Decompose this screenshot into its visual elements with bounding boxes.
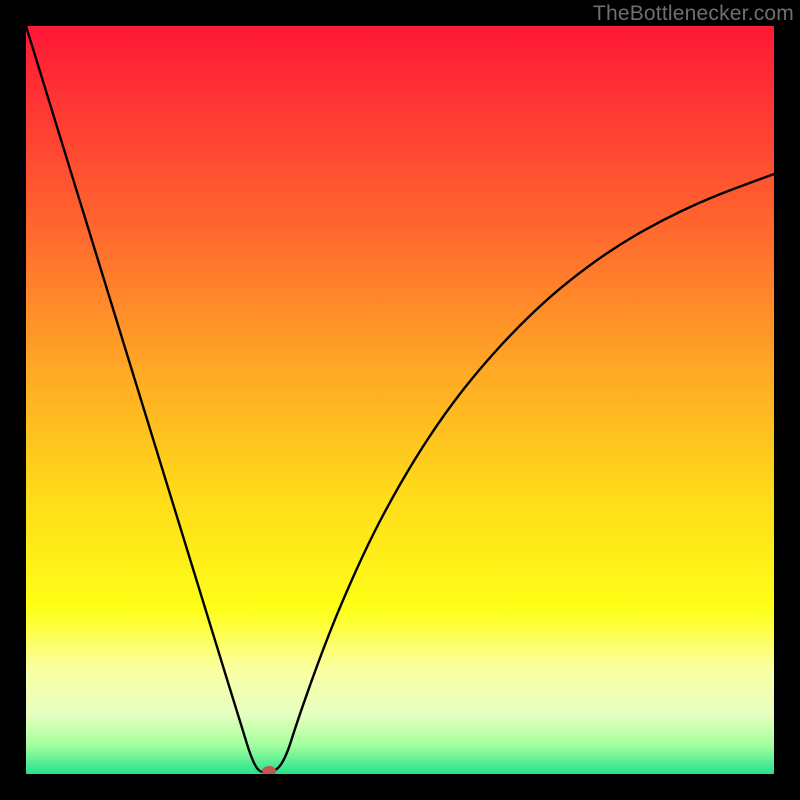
gradient-background <box>26 26 774 774</box>
chart-svg <box>26 26 774 774</box>
chart-frame: TheBottlenecker.com <box>0 0 800 800</box>
watermark-text: TheBottlenecker.com <box>593 2 794 26</box>
plot-area <box>26 26 774 774</box>
